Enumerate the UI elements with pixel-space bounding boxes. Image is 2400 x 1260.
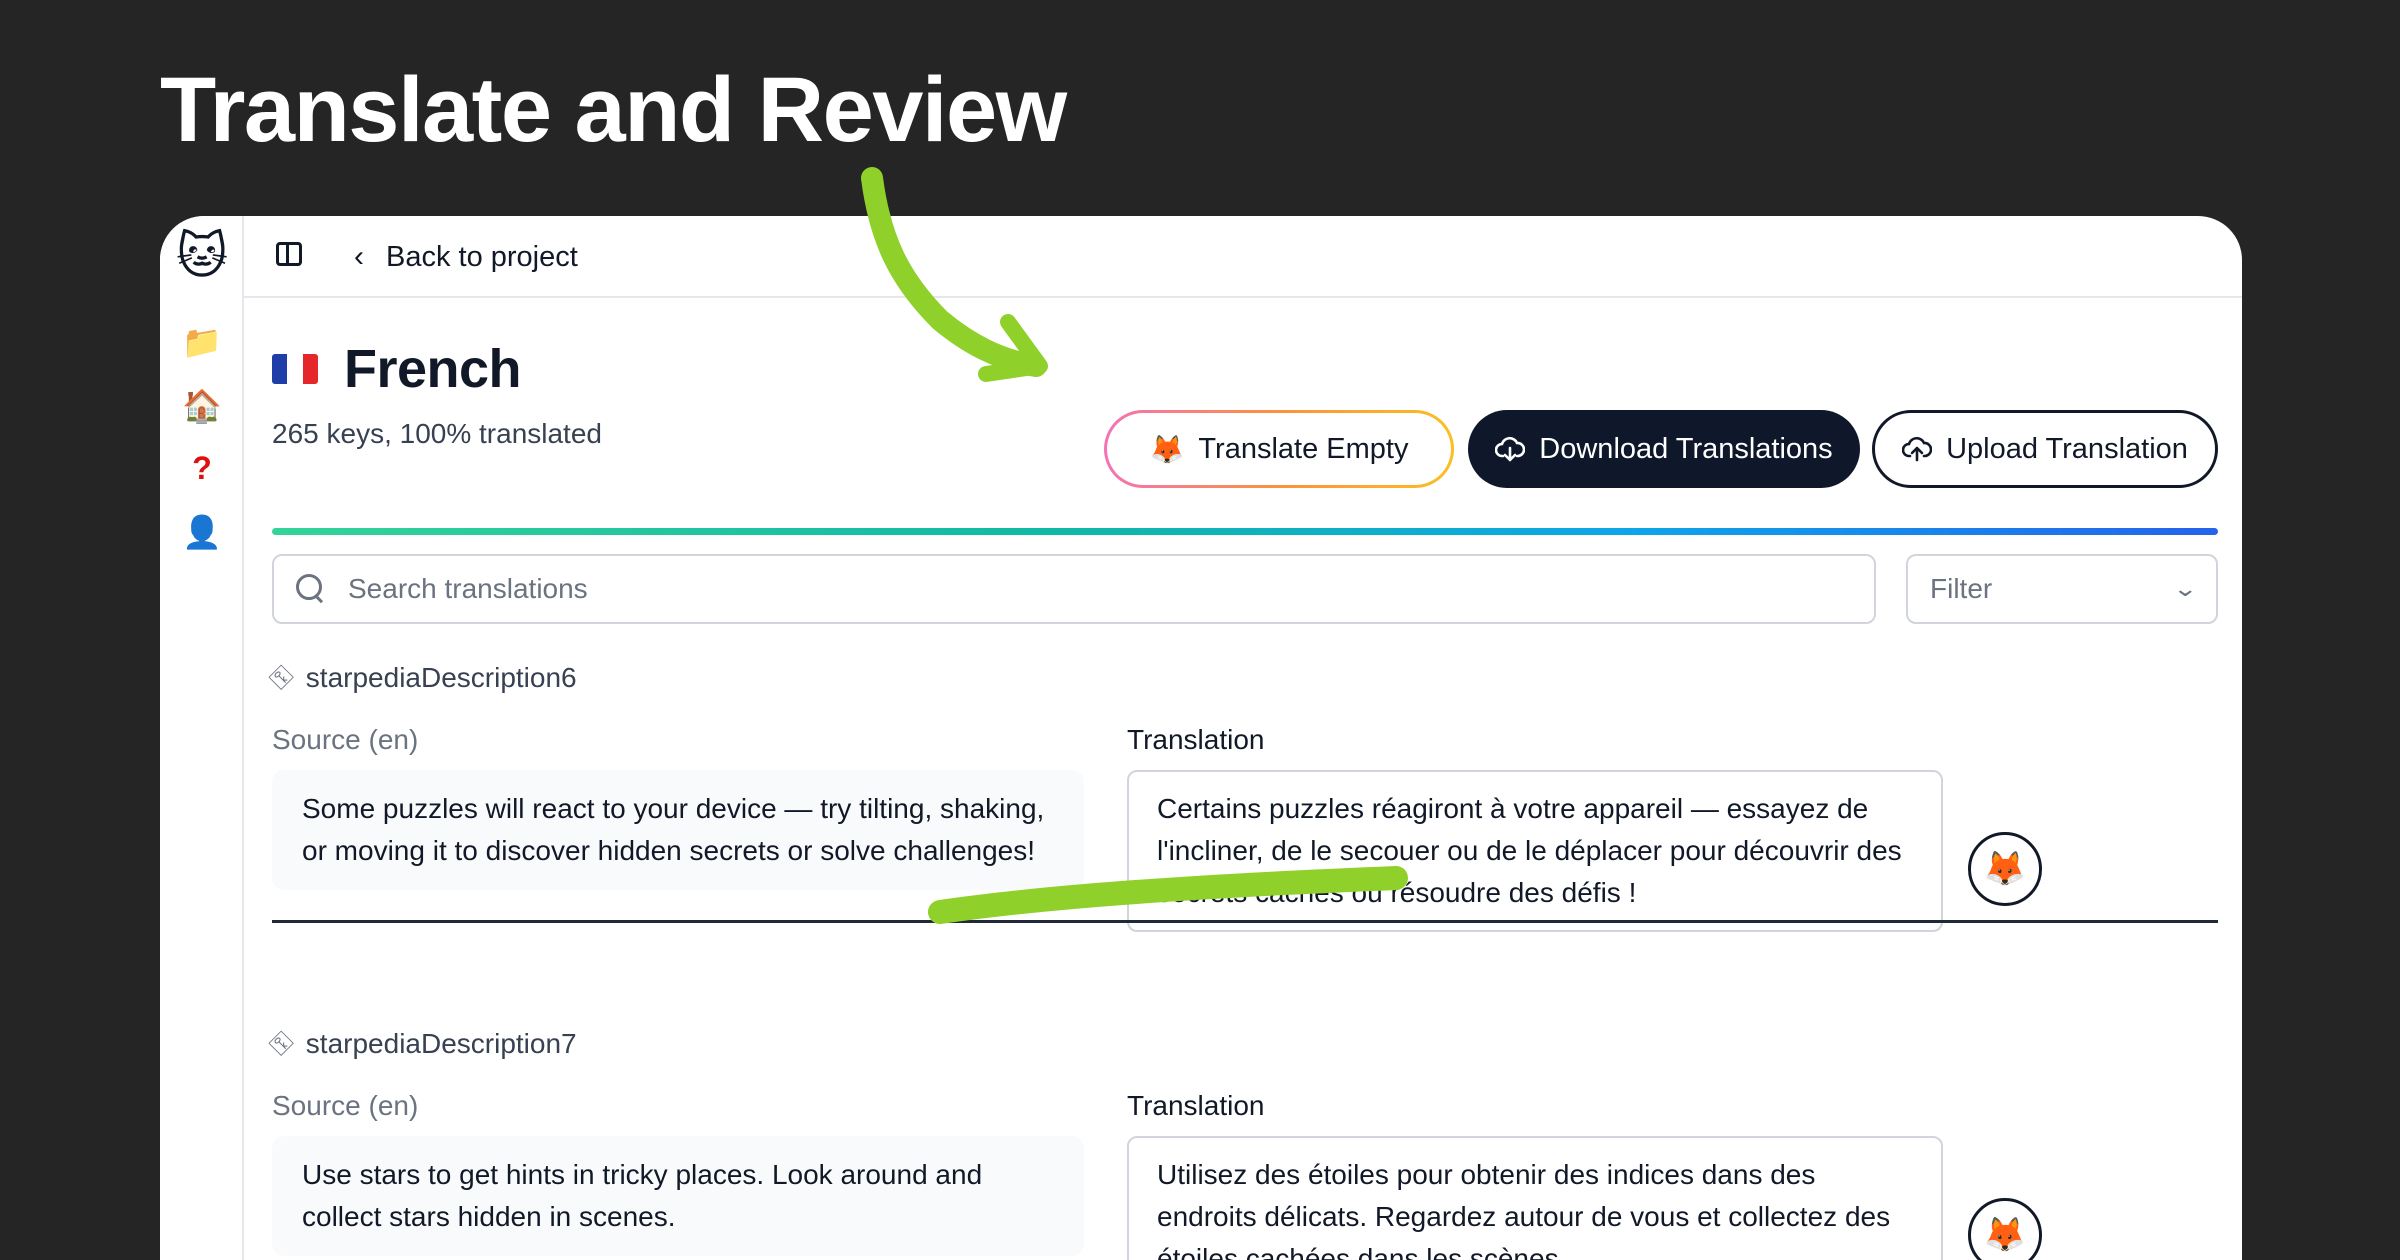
cloud-upload-icon: [1902, 436, 1933, 462]
language-name: French: [344, 339, 522, 399]
filter-select[interactable]: Filter ⌄: [1906, 554, 2218, 624]
toggle-sidebar-icon[interactable]: [276, 242, 302, 266]
search-icon: [296, 574, 326, 604]
home-icon[interactable]: 🏠: [160, 386, 244, 426]
key-icon: ⚿: [263, 1025, 299, 1061]
app-window: 🐱 📁 🏠 ? 👤 ‹ Back to project French 265 k…: [160, 216, 2242, 1260]
help-icon[interactable]: ?: [160, 448, 244, 488]
upload-translation-button[interactable]: Upload Translation: [1872, 410, 2218, 488]
chevron-down-icon: ⌄: [2171, 576, 2198, 601]
ai-translate-button[interactable]: 🦊: [1968, 1198, 2042, 1260]
back-label: Back to project: [386, 240, 578, 273]
translation-field[interactable]: Certains puzzles réagiront à votre appar…: [1127, 770, 1943, 932]
source-text: Some puzzles will react to your device —…: [272, 770, 1084, 890]
user-icon[interactable]: 👤: [160, 512, 244, 552]
translation-label: Translation: [1127, 1090, 1265, 1121]
icon-rail: 🐱 📁 🏠 ? 👤: [160, 216, 244, 1260]
source-label: Source (en): [272, 724, 419, 755]
folder-icon[interactable]: 📁: [160, 322, 244, 362]
translation-field[interactable]: Utilisez des étoiles pour obtenir des in…: [1127, 1136, 1943, 1260]
language-stats: 265 keys, 100% translated: [272, 418, 602, 449]
page-headline: Translate and Review: [160, 59, 1067, 161]
filter-value: Filter: [1930, 573, 1993, 604]
source-text: Use stars to get hints in tricky places.…: [272, 1136, 1084, 1256]
key-icon: ⚿: [263, 659, 299, 695]
fox-icon: 🦊: [1149, 433, 1185, 465]
translate-empty-button[interactable]: 🦊 Translate Empty: [1104, 410, 1454, 488]
cat-logo-icon[interactable]: 🐱: [172, 226, 232, 286]
back-to-project-link[interactable]: ‹ Back to project: [354, 234, 578, 280]
cloud-download-icon: [1495, 436, 1526, 462]
french-flag-icon: [272, 354, 318, 384]
top-bar: ‹ Back to project: [244, 216, 2242, 298]
search-input[interactable]: [348, 573, 1748, 605]
upload-label: Upload Translation: [1946, 432, 2188, 465]
chevron-left-icon: ‹: [354, 240, 364, 273]
search-box: [272, 554, 1876, 624]
fox-icon: 🦊: [1983, 1216, 2027, 1254]
fox-icon: 🦊: [1983, 850, 2027, 888]
key-name: starpediaDescription7: [305, 1028, 577, 1059]
source-label: Source (en): [272, 1090, 419, 1121]
language-header: French: [272, 338, 522, 400]
translate-empty-label: Translate Empty: [1198, 432, 1409, 465]
ai-translate-button[interactable]: 🦊: [1968, 832, 2042, 906]
download-label: Download Translations: [1539, 432, 1833, 465]
download-translations-button[interactable]: Download Translations: [1468, 410, 1860, 488]
translation-progress-bar: [272, 528, 2218, 535]
entry-divider: [272, 920, 2218, 923]
key-name: starpediaDescription6: [305, 662, 577, 693]
translation-label: Translation: [1127, 724, 1265, 755]
entry-key: ⚿ starpediaDescription7: [264, 1026, 577, 1061]
entry-key: ⚿ starpediaDescription6: [264, 660, 577, 695]
